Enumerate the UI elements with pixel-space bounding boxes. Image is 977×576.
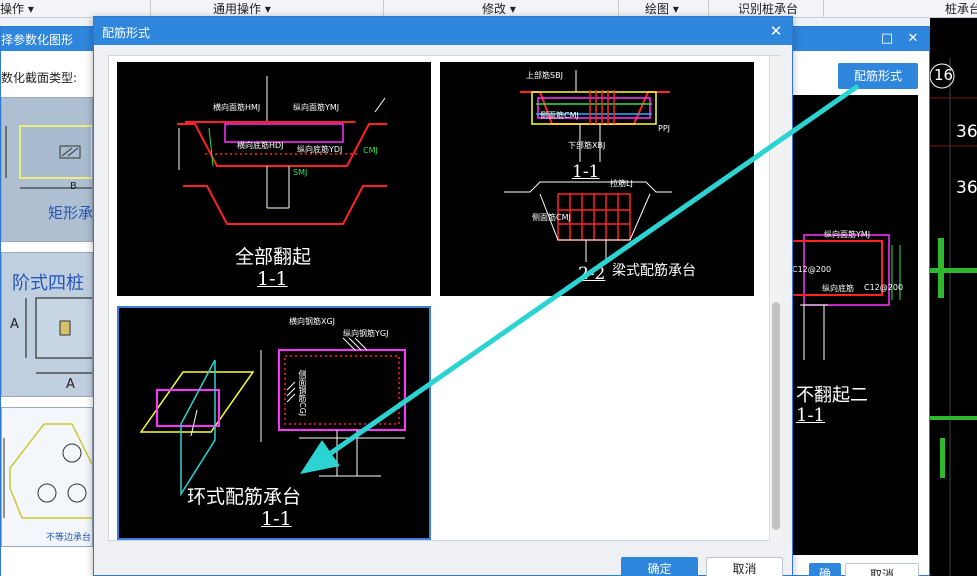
- rebar-preview-canvas: 纵向面筋YMJ C12@200 纵向底筋 C12@200 不翻起二 1-1: [792, 95, 918, 555]
- shape-thumbnail-list: B 矩形承台 阶式四桩 A A 不等边承台: [1, 97, 93, 576]
- menu-operate[interactable]: 操作 ▾: [0, 0, 34, 18]
- tile-caption: 环式配筋承台: [187, 486, 302, 508]
- tile-all-bent-up[interactable]: 横向面筋HMJ 纵向面筋YMJ 横向底筋HDJ 纵向底筋YDJ CMJ SMJ …: [117, 62, 431, 296]
- section-type-label: 数化截面类型:: [1, 71, 78, 85]
- thumbnail-rect-cap[interactable]: B 矩形承台: [1, 97, 93, 242]
- maximize-icon[interactable]: □: [877, 29, 897, 49]
- menu-divider: [823, 0, 824, 18]
- thumbnail-unequal-cap[interactable]: 不等边承台: [1, 407, 93, 547]
- tile-beam-rebar-cap[interactable]: 上部筋SBJ 侧面筋CMJ 下部筋XBJ PPJ 拉筋LJ 侧面筋CMJ 1-1…: [440, 62, 754, 296]
- thumbnail-caption: 阶式四桩: [12, 273, 84, 294]
- background-cancel-button[interactable]: 取消: [845, 563, 919, 576]
- tile-section: 1-1: [572, 162, 600, 182]
- thumbnail-caption: 矩形承台: [48, 204, 93, 222]
- tile-ring-rebar-cap[interactable]: 横向钢筋XGJ 纵向钢筋YGJ 侧面钢筋CGJ 环式配筋承台 1-1: [117, 306, 431, 540]
- axis-number: 16: [934, 66, 954, 84]
- menu-pile-cap[interactable]: 桩承台: [945, 0, 977, 18]
- scrollbar-thumb[interactable]: [772, 302, 780, 530]
- preview-caption: 不翻起二: [796, 385, 868, 406]
- thumbnail-stepped-four-pile[interactable]: 阶式四桩 A A: [1, 252, 93, 397]
- axis-number: 36: [956, 178, 977, 198]
- axis-number: 36: [956, 122, 977, 142]
- rebar-form-dialog: 配筋形式 ✕ 横向面筋HMJ 纵向面筋YMJ 横向底筋HDJ 纵向底筋YDJ C…: [93, 16, 793, 576]
- close-icon[interactable]: ✕: [766, 21, 786, 41]
- dialog-titlebar: 配筋形式 ✕: [94, 17, 792, 45]
- tile-section: 1-1: [261, 508, 292, 530]
- close-icon[interactable]: ✕: [903, 29, 923, 49]
- rebar-form-button[interactable]: 配筋形式: [838, 63, 918, 89]
- gallery-scrollbar[interactable]: [769, 56, 781, 542]
- dialog-title: 配筋形式: [102, 26, 151, 40]
- tile-caption: 全部翻起: [235, 246, 312, 268]
- cancel-button[interactable]: 取消: [706, 557, 783, 576]
- window-title: 择参数化图形: [1, 33, 74, 47]
- preview-section: 1-1: [796, 405, 825, 426]
- background-ok-button[interactable]: 确: [809, 563, 841, 576]
- ok-button[interactable]: 确定: [621, 557, 698, 576]
- tile-section: 1-1: [257, 268, 288, 290]
- rebar-form-gallery: 横向面筋HMJ 纵向面筋YMJ 横向底筋HDJ 纵向底筋YDJ CMJ SMJ …: [108, 55, 781, 542]
- thumbnail-caption: 不等边承台: [46, 533, 92, 543]
- cad-canvas-fragment: 16 36 36: [930, 18, 977, 576]
- tile-section: 2-2: [578, 264, 606, 284]
- tile-caption: 梁式配筋承台: [612, 263, 696, 279]
